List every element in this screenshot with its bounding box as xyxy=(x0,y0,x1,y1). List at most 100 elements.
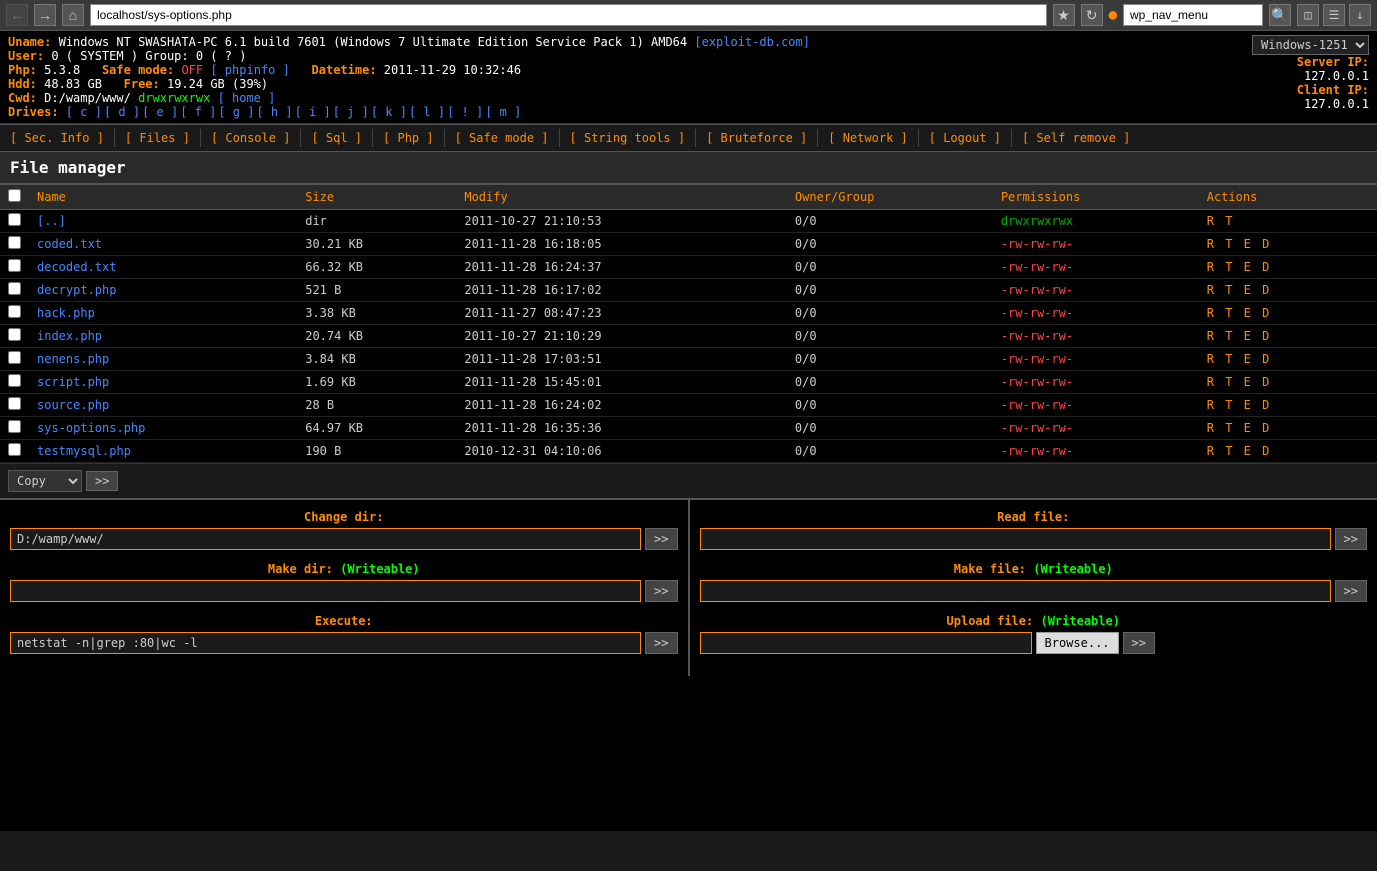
action-r-link[interactable]: R xyxy=(1207,214,1214,228)
nav-item-logout[interactable]: [ Logout ] xyxy=(919,129,1012,147)
drive-link[interactable]: [ m ] xyxy=(485,105,521,119)
search-input[interactable] xyxy=(1123,4,1263,26)
action-t-link[interactable]: T xyxy=(1225,237,1232,251)
action-d-link[interactable]: D xyxy=(1262,260,1269,274)
row-checkbox[interactable] xyxy=(8,328,21,341)
action-r-link[interactable]: R xyxy=(1207,237,1214,251)
change-dir-button[interactable]: >> xyxy=(645,528,677,550)
nav-item-network[interactable]: [ Network ] xyxy=(818,129,918,147)
drive-link[interactable]: [ g ] xyxy=(218,105,254,119)
drive-link[interactable]: [ c ] xyxy=(66,105,102,119)
action-e-link[interactable]: E xyxy=(1244,352,1251,366)
action-t-link[interactable]: T xyxy=(1225,260,1232,274)
action-d-link[interactable]: D xyxy=(1262,444,1269,458)
read-file-button[interactable]: >> xyxy=(1335,528,1367,550)
action-e-link[interactable]: E xyxy=(1244,283,1251,297)
menu-icon[interactable]: ☰ xyxy=(1323,4,1345,26)
file-name-link[interactable]: hack.php xyxy=(37,306,95,320)
nav-item-sql[interactable]: [ Sql ] xyxy=(301,129,373,147)
action-d-link[interactable]: D xyxy=(1262,329,1269,343)
file-name-link[interactable]: [..] xyxy=(37,214,66,228)
drive-link[interactable]: [ ! ] xyxy=(447,105,483,119)
grid-icon[interactable]: ◫ xyxy=(1297,4,1319,26)
action-d-link[interactable]: D xyxy=(1262,352,1269,366)
action-t-link[interactable]: T xyxy=(1225,214,1232,228)
nav-item-sec-info[interactable]: [ Sec. Info ] xyxy=(0,129,115,147)
drive-link[interactable]: [ e ] xyxy=(142,105,178,119)
action-e-link[interactable]: E xyxy=(1244,237,1251,251)
bookmark-button[interactable]: ★ xyxy=(1053,4,1075,26)
back-button[interactable]: ← xyxy=(6,4,28,26)
nav-item-self-remove[interactable]: [ Self remove ] xyxy=(1012,129,1140,147)
search-go-button[interactable]: 🔍 xyxy=(1269,4,1291,26)
row-checkbox[interactable] xyxy=(8,397,21,410)
read-file-input[interactable] xyxy=(700,528,1331,550)
action-select[interactable]: Copy Move Delete Chmod xyxy=(8,470,82,492)
drive-link[interactable]: [ f ] xyxy=(180,105,216,119)
action-d-link[interactable]: D xyxy=(1262,306,1269,320)
exploit-link[interactable]: [exploit-db.com] xyxy=(694,35,810,49)
row-checkbox[interactable] xyxy=(8,443,21,456)
action-e-link[interactable]: E xyxy=(1244,260,1251,274)
nav-item-files[interactable]: [ Files ] xyxy=(115,129,201,147)
nav-item-bruteforce[interactable]: [ Bruteforce ] xyxy=(696,129,818,147)
file-name-link[interactable]: testmysql.php xyxy=(37,444,131,458)
drive-link[interactable]: [ k ] xyxy=(371,105,407,119)
file-name-link[interactable]: index.php xyxy=(37,329,102,343)
file-name-link[interactable]: sys-options.php xyxy=(37,421,145,435)
action-e-link[interactable]: E xyxy=(1244,329,1251,343)
action-d-link[interactable]: D xyxy=(1262,237,1269,251)
execute-button[interactable]: >> xyxy=(645,632,677,654)
encoding-select[interactable]: Windows-1251 UTF-8 KOI8-R xyxy=(1252,35,1369,55)
make-dir-button[interactable]: >> xyxy=(645,580,677,602)
action-e-link[interactable]: E xyxy=(1244,444,1251,458)
drive-link[interactable]: [ d ] xyxy=(104,105,140,119)
action-r-link[interactable]: R xyxy=(1207,444,1214,458)
row-checkbox[interactable] xyxy=(8,374,21,387)
download-icon[interactable]: ↓ xyxy=(1349,4,1371,26)
make-file-button[interactable]: >> xyxy=(1335,580,1367,602)
row-checkbox[interactable] xyxy=(8,259,21,272)
action-t-link[interactable]: T xyxy=(1225,352,1232,366)
action-t-link[interactable]: T xyxy=(1225,421,1232,435)
execute-input[interactable] xyxy=(10,632,641,654)
action-r-link[interactable]: R xyxy=(1207,421,1214,435)
action-r-link[interactable]: R xyxy=(1207,283,1214,297)
action-t-link[interactable]: T xyxy=(1225,398,1232,412)
action-t-link[interactable]: T xyxy=(1225,283,1232,297)
action-e-link[interactable]: E xyxy=(1244,375,1251,389)
action-e-link[interactable]: E xyxy=(1244,421,1251,435)
action-d-link[interactable]: D xyxy=(1262,398,1269,412)
file-name-link[interactable]: decrypt.php xyxy=(37,283,116,297)
address-bar[interactable] xyxy=(90,4,1047,26)
nav-item-safe-mode[interactable]: [ Safe mode ] xyxy=(445,129,560,147)
row-checkbox[interactable] xyxy=(8,305,21,318)
action-r-link[interactable]: R xyxy=(1207,260,1214,274)
action-d-link[interactable]: D xyxy=(1262,283,1269,297)
refresh-button[interactable]: ↻ xyxy=(1081,4,1103,26)
file-name-link[interactable]: coded.txt xyxy=(37,237,102,251)
select-all-checkbox[interactable] xyxy=(8,189,21,202)
nav-item-console[interactable]: [ Console ] xyxy=(201,129,301,147)
row-checkbox[interactable] xyxy=(8,420,21,433)
action-d-link[interactable]: D xyxy=(1262,421,1269,435)
action-r-link[interactable]: R xyxy=(1207,398,1214,412)
drive-link[interactable]: [ l ] xyxy=(409,105,445,119)
action-d-link[interactable]: D xyxy=(1262,375,1269,389)
make-dir-input[interactable] xyxy=(10,580,641,602)
browse-button[interactable]: Browse... xyxy=(1036,632,1119,654)
action-r-link[interactable]: R xyxy=(1207,352,1214,366)
action-r-link[interactable]: R xyxy=(1207,375,1214,389)
drive-link[interactable]: [ i ] xyxy=(295,105,331,119)
action-r-link[interactable]: R xyxy=(1207,329,1214,343)
home-link[interactable]: [ home ] xyxy=(218,91,276,105)
row-checkbox[interactable] xyxy=(8,236,21,249)
phpinfo-link[interactable]: [ phpinfo ] xyxy=(210,63,289,77)
upload-button[interactable]: >> xyxy=(1123,632,1155,654)
home-button[interactable]: ⌂ xyxy=(62,4,84,26)
nav-item-php[interactable]: [ Php ] xyxy=(373,129,445,147)
file-name-link[interactable]: script.php xyxy=(37,375,109,389)
action-e-link[interactable]: E xyxy=(1244,306,1251,320)
make-file-input[interactable] xyxy=(700,580,1331,602)
row-checkbox[interactable] xyxy=(8,351,21,364)
